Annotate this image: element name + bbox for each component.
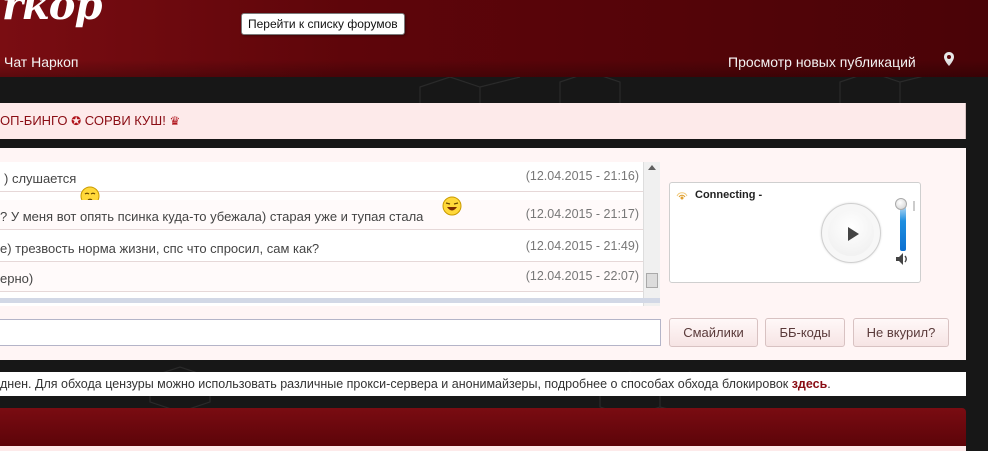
censorship-notice: днен. Для обхода цензуры можно использов…: [0, 372, 966, 396]
notice-link[interactable]: здесь: [792, 377, 828, 391]
bbcodes-button[interactable]: ББ-коды: [765, 318, 845, 347]
chat-message-time: (12.04.2015 - 22:07): [525, 269, 639, 283]
scroll-thumb[interactable]: [646, 273, 658, 288]
chat-message-input[interactable]: [0, 319, 661, 346]
chat-message-list[interactable]: ) слушается (12.04.2015 - 21:16) ? У мен…: [0, 162, 660, 306]
site-logo[interactable]: rkop: [2, 0, 102, 29]
chat-message: ? У меня вот опять псинка куда-то убежал…: [0, 196, 643, 230]
announcement-text-right: СОРВИ КУШ!: [84, 113, 166, 128]
nav-chat-link[interactable]: Чат Наркоп: [4, 54, 78, 70]
chat-list-bottom-bar: [0, 298, 660, 303]
chat-message-time: (12.04.2015 - 21:49): [525, 239, 639, 253]
play-icon: [848, 227, 859, 241]
notice-text: днен. Для обхода цензуры можно использов…: [0, 377, 792, 391]
volume-tick: [913, 201, 915, 211]
chat-message: ) слушается (12.04.2015 - 21:16): [0, 162, 643, 206]
forum-list-tooltip: Перейти к списку форумов: [241, 13, 405, 35]
chat-scrollbar[interactable]: [643, 162, 660, 306]
chat-message: е) трезвость норма жизни, спс что спроси…: [0, 232, 643, 262]
chat-message-time: (12.04.2015 - 21:16): [525, 169, 639, 183]
radio-status: Connecting -: [695, 189, 763, 201]
volume-slider-handle[interactable]: [895, 198, 907, 210]
chat-message-time: (12.04.2015 - 21:17): [525, 207, 639, 221]
play-button[interactable]: [821, 203, 881, 263]
scroll-up-icon[interactable]: [648, 165, 656, 170]
announcement-bar[interactable]: ОП-БИНГО ✪ СОРВИ КУШ! ♛: [0, 103, 966, 139]
category-content-strip: [0, 446, 966, 451]
announcement-text-left: ОП-БИНГО: [0, 113, 68, 128]
nav-new-publications-link[interactable]: Просмотр новых публикаций: [728, 54, 916, 70]
map-pin-icon[interactable]: [944, 52, 954, 66]
radio-signal-icon: [676, 192, 688, 200]
star-icon: ✪: [71, 114, 82, 128]
chat-message-text: ? У меня вот опять псинка куда-то убежал…: [0, 209, 424, 224]
category-header-bar: [0, 408, 966, 446]
help-button[interactable]: Не вкурил?: [853, 318, 949, 347]
site-header: rkop Чат Наркоп Просмотр новых публикаци…: [0, 0, 988, 77]
chat-message-text: е) трезвость норма жизни, спс что спроси…: [0, 241, 320, 256]
speaker-icon[interactable]: [896, 253, 910, 265]
chat-message-text: ерно): [0, 271, 34, 286]
laughing-smiley-icon: [442, 196, 462, 216]
notice-trailing: .: [827, 377, 831, 391]
chat-message: ерно) (12.04.2015 - 22:07): [0, 262, 643, 292]
crown-icon: ♛: [169, 114, 181, 128]
smileys-button[interactable]: Смайлики: [669, 318, 758, 347]
chat-message-text: ) слушается: [4, 171, 77, 186]
radio-player: Connecting -: [669, 182, 921, 283]
